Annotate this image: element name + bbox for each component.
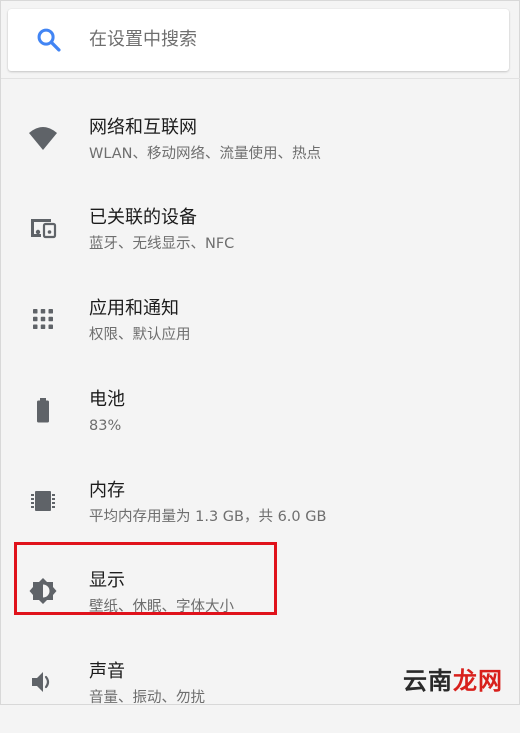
settings-item-subtitle: 蓝牙、无线显示、NFC: [89, 236, 235, 252]
settings-screen: 在设置中搜索 网络和互联网 WLAN、移动网络、流量使用、热点 已关联的设备 蓝…: [0, 0, 520, 706]
settings-item-network[interactable]: 网络和互联网 WLAN、移动网络、流量使用、热点: [1, 99, 520, 189]
watermark-part-1: 云南: [403, 667, 453, 695]
settings-item-connected-devices[interactable]: 已关联的设备 蓝牙、无线显示、NFC: [1, 189, 520, 279]
battery-icon: [37, 398, 49, 423]
volume-icon: [32, 672, 50, 692]
devices-icon: [31, 219, 57, 239]
settings-item-subtitle: 平均内存用量为 1.3 GB，共 6.0 GB: [89, 509, 327, 525]
highlight-box: [14, 542, 277, 615]
wifi-icon: [29, 127, 57, 150]
settings-item-memory[interactable]: 内存 平均内存用量为 1.3 GB，共 6.0 GB: [1, 462, 520, 552]
settings-item-apps[interactable]: 应用和通知 权限、默认应用: [1, 280, 520, 370]
settings-item-subtitle: 83%: [89, 418, 122, 434]
apps-icon: [33, 309, 53, 329]
settings-item-subtitle: WLAN、移动网络、流量使用、热点: [89, 146, 322, 162]
settings-item-title: 声音: [89, 661, 125, 682]
search-bar[interactable]: 在设置中搜索: [8, 9, 509, 71]
header-divider: [1, 78, 520, 79]
memory-icon: [31, 491, 55, 511]
settings-item-title: 内存: [89, 480, 125, 501]
settings-item-title: 已关联的设备: [89, 207, 197, 228]
settings-item-title: 电池: [89, 389, 125, 410]
search-icon: [37, 28, 61, 52]
watermark-logo: 云南龙网: [403, 666, 503, 696]
settings-item-subtitle: 音量、振动、勿扰: [89, 690, 205, 706]
search-placeholder: 在设置中搜索: [89, 29, 197, 50]
settings-item-subtitle: 权限、默认应用: [89, 327, 191, 343]
watermark-part-2: 龙网: [453, 667, 503, 695]
settings-item-title: 网络和互联网: [89, 117, 197, 138]
settings-item-title: 应用和通知: [89, 298, 179, 319]
settings-item-battery[interactable]: 电池 83%: [1, 371, 520, 461]
